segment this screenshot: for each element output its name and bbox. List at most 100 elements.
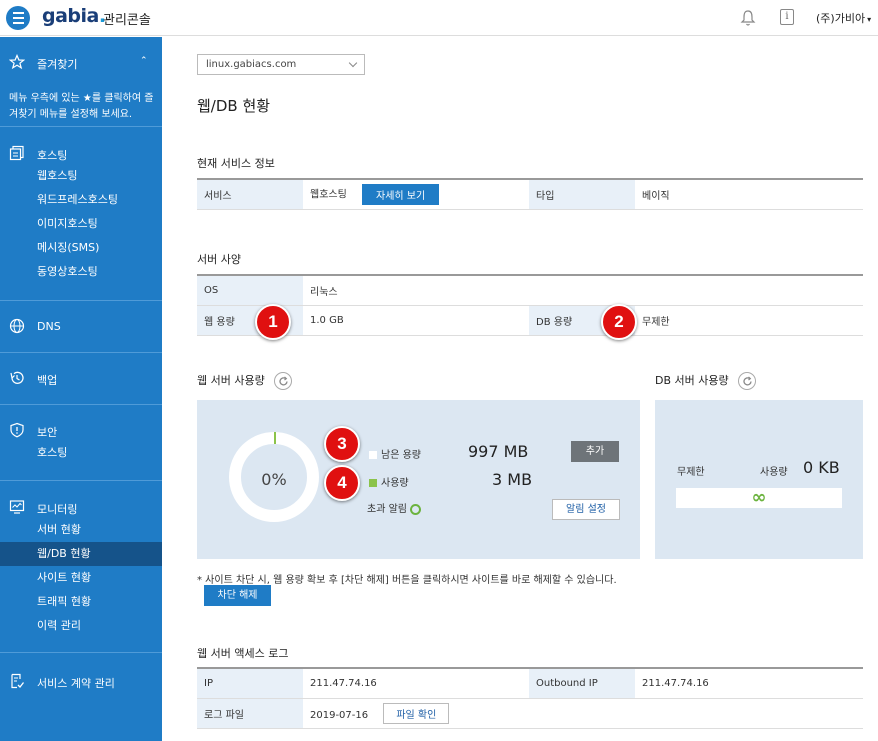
type-label: 타입 — [529, 179, 635, 210]
divider — [0, 480, 162, 481]
console-title: 관리콘솔 — [103, 13, 151, 28]
nav-security: 보안 호스팅 — [0, 419, 162, 465]
annotation-marker-3: 3 — [324, 426, 360, 462]
sidebar-item-traffic-status[interactable]: 트래픽 현황 — [0, 590, 162, 614]
shield-icon — [10, 422, 24, 438]
annotation-marker-1: 1 — [255, 304, 291, 340]
info-icon[interactable]: i — [780, 9, 794, 25]
web-usage-donut: 0% — [229, 432, 319, 522]
os-value: 리눅스 — [303, 275, 863, 306]
server-select[interactable]: linux.gabiacs.com — [197, 54, 365, 75]
sidebar-item-video-hosting[interactable]: 동영상호스팅 — [0, 260, 162, 284]
contract-icon — [11, 673, 25, 689]
used-arc — [274, 432, 276, 444]
refresh-icon[interactable] — [274, 372, 293, 390]
bell-icon[interactable] — [740, 9, 756, 27]
usage-percent: 0% — [261, 470, 287, 489]
remaining-label: 남은 용량 — [381, 450, 421, 461]
nav-hosting: 호스팅 웹호스팅 워드프레스호스팅 이미지호스팅 메시징(SMS) 동영상호스팅 — [0, 142, 162, 284]
gabia-logo[interactable]: gabia. — [42, 5, 106, 27]
favorites-header[interactable]: 즐겨찾기 ⌃ — [0, 37, 162, 85]
sidebar-item-web-db-status[interactable]: 웹/DB 현황 — [0, 542, 162, 566]
nav-monitoring: 모니터링 서버 현황 웹/DB 현황 사이트 현황 트래픽 현황 이력 관리 — [0, 496, 162, 638]
unblock-button[interactable]: 차단 해제 — [204, 585, 271, 606]
sidebar-item-site-status[interactable]: 사이트 현황 — [0, 566, 162, 590]
db-usage-label: 사용량 — [760, 467, 788, 478]
infinity-icon: ∞ — [676, 488, 842, 508]
nav-hosting-header[interactable]: 호스팅 — [0, 142, 162, 164]
account-menu[interactable]: (주)가비아 ▾ — [816, 10, 871, 26]
sidebar-item-wordpress-hosting[interactable]: 워드프레스호스팅 — [0, 188, 162, 212]
divider — [0, 300, 162, 301]
view-file-button[interactable]: 파일 확인 — [383, 702, 450, 724]
used-label: 사용량 — [381, 478, 409, 489]
log-file-date: 2019-07-16 — [310, 709, 369, 721]
web-capacity-value: 1.0 GB — [303, 305, 529, 336]
service-label: 서비스 — [197, 179, 303, 210]
db-usage-title: DB 서버 사용량 — [655, 374, 729, 387]
chevron-down-icon — [348, 58, 358, 68]
legend-remaining: 남은 용량 — [369, 446, 421, 461]
refresh-icon[interactable] — [738, 372, 757, 390]
sidebar: 즐겨찾기 ⌃ 메뉴 우측에 있는 ★를 클릭하여 즐겨찾기 메뉴를 설정해 보세… — [0, 37, 162, 741]
remaining-value: 997 MB — [468, 442, 529, 461]
nav-security-label: 보안 — [37, 426, 58, 439]
db-usage-header: DB 서버 사용량 — [655, 372, 757, 390]
log-file-label: 로그 파일 — [197, 698, 303, 729]
nav-monitoring-label: 모니터링 — [37, 503, 78, 516]
db-usage-panel: 무제한 사용량 0 KB ∞ — [655, 400, 863, 559]
service-value: 웹호스팅 — [310, 189, 347, 201]
legend-used: 사용량 — [369, 474, 409, 489]
nav-dns-header[interactable]: DNS — [0, 315, 162, 337]
account-name: (주)가비아 — [816, 12, 866, 25]
sidebar-item-security-hosting[interactable]: 호스팅 — [0, 441, 162, 465]
nav-contract-label: 서비스 계약 관리 — [37, 677, 115, 690]
table-row: 서비스 웹호스팅 자세히 보기 타입 베이직 — [197, 179, 863, 210]
backup-clock-icon — [10, 371, 24, 384]
nav-backup-header[interactable]: 백업 — [0, 367, 162, 389]
access-log-title: 웹 서버 액세스 로그 — [197, 647, 289, 660]
service-value-cell: 웹호스팅 자세히 보기 — [303, 179, 529, 210]
sidebar-item-messaging[interactable]: 메시징(SMS) — [0, 236, 162, 260]
nav-contract-header[interactable]: 서비스 계약 관리 — [0, 670, 162, 692]
sidebar-item-image-hosting[interactable]: 이미지호스팅 — [0, 212, 162, 236]
db-unlimited-label: 무제한 — [677, 467, 705, 478]
sidebar-item-server-status[interactable]: 서버 현황 — [0, 518, 162, 542]
favorites-label: 즐겨찾기 — [37, 58, 78, 71]
web-usage-title: 웹 서버 사용량 — [197, 374, 265, 387]
detail-button[interactable]: 자세히 보기 — [362, 183, 440, 205]
add-capacity-button[interactable]: 추가 — [571, 441, 619, 462]
nav-dns-label: DNS — [37, 320, 61, 333]
monitor-icon — [9, 500, 25, 514]
nav-backup: 백업 — [0, 367, 162, 389]
ip-label: IP — [197, 668, 303, 699]
hamburger-menu-icon[interactable] — [6, 6, 30, 30]
divider — [0, 652, 162, 653]
nav-hosting-label: 호스팅 — [37, 149, 68, 162]
type-value: 베이직 — [635, 179, 863, 210]
star-icon — [9, 54, 25, 70]
favorites-description: 메뉴 우측에 있는 ★를 클릭하여 즐겨찾기 메뉴를 설정해 보세요. — [9, 93, 154, 120]
table-row: OS 리눅스 — [197, 275, 863, 306]
log-file-cell: 2019-07-16 파일 확인 — [303, 698, 863, 729]
main-content: linux.gabiacs.com 웹/DB 현황 현재 서비스 정보 서비스 … — [162, 37, 878, 741]
alert-settings-button[interactable]: 알림 설정 — [552, 499, 620, 520]
nav-security-header[interactable]: 보안 — [0, 419, 162, 441]
unblock-notice: * 사이트 차단 시, 웹 용량 확보 후 [차단 해제] 버튼을 클릭하시면 … — [197, 575, 617, 586]
chevron-down-icon: ▾ — [867, 15, 872, 24]
chevron-up-icon[interactable]: ⌃ — [140, 56, 148, 66]
alert-status-icon — [409, 503, 421, 515]
sidebar-item-history[interactable]: 이력 관리 — [0, 614, 162, 638]
table-row: IP 211.47.74.16 Outbound IP 211.47.74.16 — [197, 668, 863, 699]
divider — [0, 352, 162, 353]
current-service-table: 서비스 웹호스팅 자세히 보기 타입 베이직 — [197, 178, 863, 210]
nav-backup-label: 백업 — [37, 374, 58, 387]
logo-text: gabia — [42, 5, 99, 27]
os-label: OS — [197, 275, 303, 306]
nav-monitoring-header[interactable]: 모니터링 — [0, 496, 162, 518]
sidebar-item-web-hosting[interactable]: 웹호스팅 — [0, 164, 162, 188]
used-swatch — [369, 479, 377, 487]
ip-value: 211.47.74.16 — [303, 668, 529, 699]
nav-dns: DNS — [0, 315, 162, 337]
over-alert-label: 초과 알림 — [367, 504, 407, 515]
